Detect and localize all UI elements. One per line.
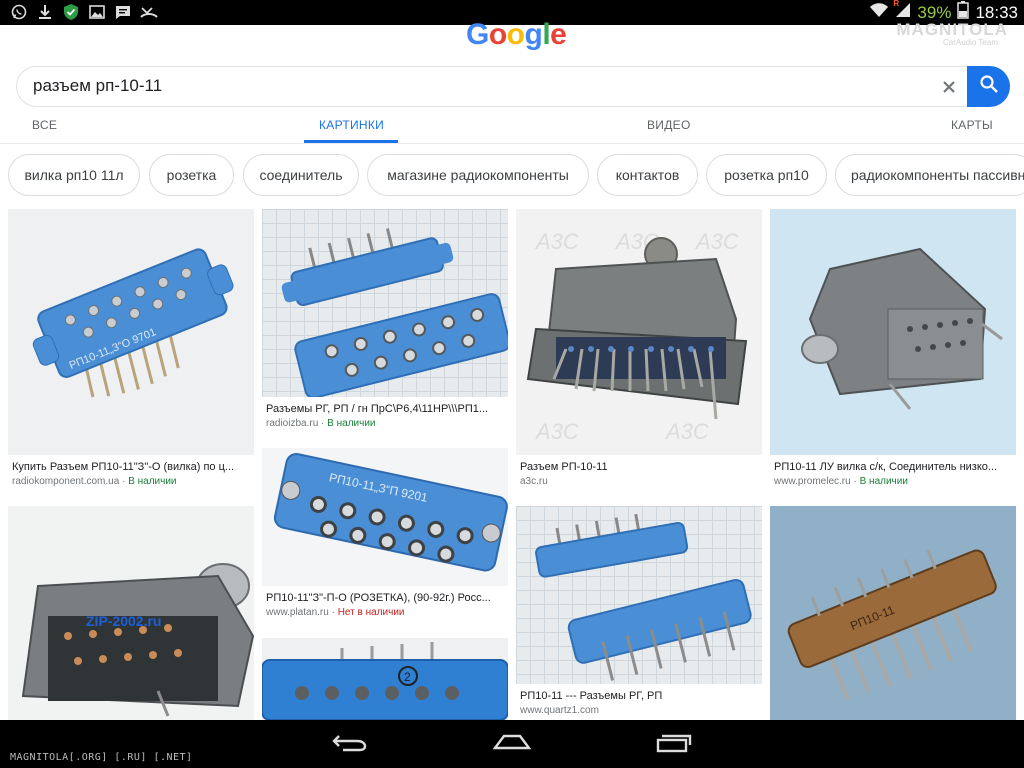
result-source: www.quartz1.com bbox=[520, 705, 599, 716]
search-input[interactable]: разъем рп-10-11 bbox=[33, 76, 162, 96]
missed-call-icon bbox=[140, 3, 158, 21]
roaming-badge: R bbox=[893, 0, 900, 8]
result-title[interactable]: РП10-11 ЛУ вилка с/к, Соединитель низко.… bbox=[774, 461, 1014, 473]
result-availability: В наличии bbox=[327, 418, 376, 429]
chip-related-search[interactable]: вилка рп10 11л bbox=[8, 154, 140, 196]
home-icon bbox=[492, 732, 532, 757]
tab-all[interactable]: ВСЕ bbox=[32, 118, 57, 132]
result-title[interactable]: Разъемы РГ, РП / гн ПрС\Р6,4\11НР\\\РП1.… bbox=[266, 403, 506, 415]
svg-text:A3C: A3C bbox=[534, 229, 579, 254]
image-result[interactable]: 2 bbox=[262, 638, 508, 720]
image-result[interactable]: РП10-11 bbox=[770, 506, 1016, 720]
result-thumbnail[interactable]: ZIP-2002.ru bbox=[8, 506, 254, 720]
result-source: radiokomponent.com.ua bbox=[12, 476, 120, 487]
svg-text:A3C: A3C bbox=[694, 229, 739, 254]
result-thumbnail[interactable] bbox=[770, 209, 1016, 455]
result-meta: a3c.ru bbox=[520, 476, 548, 487]
chip-related-search[interactable]: розетка bbox=[149, 154, 234, 196]
image-icon bbox=[88, 3, 106, 21]
chip-related-search[interactable]: контактов bbox=[597, 154, 698, 196]
image-result[interactable]: ZIP-2002.ru bbox=[8, 506, 254, 720]
image-result[interactable]: Разъемы РГ, РП / гн ПрС\Р6,4\11НР\\\РП1.… bbox=[262, 209, 508, 438]
chip-related-search[interactable]: магазине радиокомпоненты bbox=[367, 154, 589, 196]
result-meta: www.quartz1.com bbox=[520, 705, 599, 716]
result-meta: www.promelec.ru · В наличии bbox=[774, 476, 908, 487]
result-meta: radioizba.ru · В наличии bbox=[266, 418, 376, 429]
search-tabs: ВСЕ КАРТИНКИ ВИДЕО КАРТЫ bbox=[0, 112, 1024, 143]
recent-apps-button[interactable] bbox=[654, 730, 694, 758]
tab-images[interactable]: КАРТИНКИ bbox=[319, 118, 384, 132]
search-button[interactable] bbox=[967, 66, 1010, 107]
result-thumbnail[interactable]: РП10-11„З“П 9201 bbox=[262, 448, 508, 586]
result-availability: В наличии bbox=[128, 476, 177, 487]
pin-number-label: 2 bbox=[404, 670, 411, 684]
result-source: www.promelec.ru bbox=[774, 476, 851, 487]
result-availability: В наличии bbox=[859, 476, 908, 487]
image-result[interactable]: РП10-11„З“О 9701 Купить Разъем РП10-11"З… bbox=[8, 209, 254, 496]
image-result[interactable]: РП10-11 --- Разъемы РГ, РП www.quartz1.c… bbox=[516, 506, 762, 720]
wifi-icon bbox=[869, 2, 889, 23]
google-logo-letter: g bbox=[524, 18, 543, 51]
footer-watermark: MAGNITOLA[.ORG] [.RU] [.NET] bbox=[10, 752, 193, 763]
download-icon bbox=[36, 3, 54, 21]
google-logo-letter: o bbox=[488, 18, 507, 51]
divider bbox=[0, 143, 1024, 144]
back-button[interactable] bbox=[330, 730, 370, 758]
result-source: radioizba.ru bbox=[266, 418, 319, 429]
result-thumbnail[interactable]: A3C A3C A3C A3C A3C bbox=[516, 209, 762, 455]
shield-icon bbox=[62, 3, 80, 21]
magnitola-watermark: MAGNITOLA bbox=[896, 20, 1008, 39]
result-meta: radiokomponent.com.ua · В наличии bbox=[12, 476, 177, 487]
result-meta: www.platan.ru · Нет в наличии bbox=[266, 607, 405, 618]
result-source: a3c.ru bbox=[520, 476, 548, 487]
result-source: www.platan.ru bbox=[266, 607, 329, 618]
clear-icon[interactable] bbox=[939, 77, 959, 97]
result-availability: Нет в наличии bbox=[337, 607, 405, 618]
google-logo-letter: o bbox=[506, 18, 525, 51]
chip-related-search[interactable]: розетка рп10 bbox=[706, 154, 827, 196]
result-title[interactable]: РП10-11 --- Разъемы РГ, РП bbox=[520, 690, 760, 702]
tab-video[interactable]: ВИДЕО bbox=[647, 118, 691, 132]
result-thumbnail[interactable] bbox=[516, 506, 762, 684]
chip-related-search[interactable]: соединитель bbox=[243, 154, 359, 196]
result-thumbnail[interactable] bbox=[262, 209, 508, 397]
image-result[interactable]: РП10-11 ЛУ вилка с/к, Соединитель низко.… bbox=[770, 209, 1016, 496]
image-result[interactable]: РП10-11„З“П 9201 РП10-11"З"-П-О (РОЗЕТКА… bbox=[262, 448, 508, 628]
svg-text:A3C: A3C bbox=[534, 419, 579, 444]
google-logo-letter: e bbox=[550, 18, 567, 51]
tab-maps[interactable]: КАРТЫ bbox=[951, 118, 993, 132]
search-box[interactable]: разъем рп-10-11 bbox=[16, 66, 1010, 107]
google-logo[interactable]: Google bbox=[466, 18, 567, 52]
image-watermark: ZIP-2002.ru bbox=[86, 613, 161, 629]
magnitola-watermark-sub: CarAudio Team bbox=[943, 38, 998, 47]
result-title[interactable]: РП10-11"З"-П-О (РОЗЕТКА), (90-92г.) Росс… bbox=[266, 592, 506, 604]
result-title[interactable]: Купить Разъем РП10-11"З"-О (вилка) по ц.… bbox=[12, 461, 252, 473]
search-icon bbox=[979, 74, 999, 99]
svg-text:A3C: A3C bbox=[664, 419, 709, 444]
google-logo-letter: G bbox=[466, 18, 489, 51]
result-thumbnail[interactable]: 2 bbox=[262, 638, 508, 720]
image-result[interactable]: A3C A3C A3C A3C A3C Разъем РП-10-11 a3c.ru bbox=[516, 209, 762, 496]
related-search-chips: вилка рп10 11л розетка соединитель магаз… bbox=[0, 154, 1024, 198]
home-button[interactable] bbox=[492, 730, 532, 758]
result-thumbnail[interactable]: РП10-11„З“О 9701 bbox=[8, 209, 254, 455]
message-icon bbox=[114, 3, 132, 21]
whatsapp-icon bbox=[10, 3, 28, 21]
chip-related-search[interactable]: радиокомпоненты пассивн bbox=[835, 154, 1024, 196]
recent-apps-icon bbox=[656, 731, 692, 758]
result-title[interactable]: Разъем РП-10-11 bbox=[520, 461, 760, 473]
back-arrow-icon bbox=[331, 732, 369, 757]
google-logo-letter: l bbox=[542, 18, 551, 51]
result-thumbnail[interactable]: РП10-11 bbox=[770, 506, 1016, 720]
